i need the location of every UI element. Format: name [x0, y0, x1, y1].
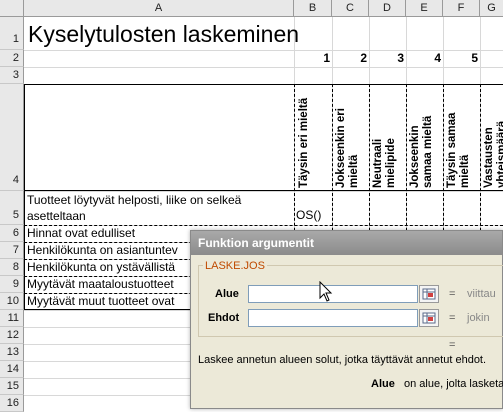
- row-header-7[interactable]: 7: [0, 242, 24, 259]
- function-description: Laskee annetun alueen solut, jotka täytt…: [198, 354, 487, 366]
- sheet-title[interactable]: Kyselytulosten laskeminen: [28, 19, 328, 49]
- row-header-11[interactable]: 11: [0, 310, 24, 327]
- range-select-icon: [422, 288, 436, 300]
- column-header-g[interactable]: G: [480, 0, 503, 17]
- row-header-15[interactable]: 15: [0, 378, 24, 395]
- arg2-equals: =: [449, 312, 456, 324]
- scale-number-5[interactable]: 5: [443, 50, 478, 67]
- question-row-5[interactable]: Tuotteet löytyvät helposti, liike on sel…: [27, 191, 293, 225]
- arg1-hint: viittau: [467, 288, 496, 300]
- arg2-label: Ehdot: [208, 312, 240, 324]
- row-header-1[interactable]: 1: [0, 17, 24, 50]
- param-name: Alue: [371, 378, 395, 390]
- select-all-corner[interactable]: [0, 0, 24, 17]
- arg2-hint: jokin: [467, 312, 490, 324]
- arg2-input[interactable]: [248, 309, 418, 327]
- header-jokseenkin-eri-mielta[interactable]: Jokseenkin eri mieltä: [335, 88, 365, 188]
- row-header-5[interactable]: 5: [0, 191, 24, 225]
- scale-number-2[interactable]: 2: [332, 50, 367, 67]
- function-arguments-dialog: Funktion argumentit LASKE.JOS Alue = vii…: [190, 230, 503, 409]
- active-cell-b5[interactable]: OS(): [296, 206, 332, 224]
- arg1-equals: =: [449, 288, 456, 300]
- row-header-3[interactable]: 3: [0, 67, 24, 84]
- column-header-e[interactable]: E: [406, 0, 443, 17]
- row-header-9[interactable]: 9: [0, 276, 24, 293]
- mouse-cursor-icon: [319, 281, 333, 302]
- column-header-a[interactable]: A: [24, 0, 294, 17]
- header-jokseenkin-samaa-mielta[interactable]: Jokseenkin samaa mieltä: [409, 88, 439, 188]
- column-header-c[interactable]: C: [332, 0, 369, 17]
- dialog-titlebar[interactable]: Funktion argumentit: [191, 231, 502, 255]
- column-header-d[interactable]: D: [369, 0, 406, 17]
- range-select-icon: [422, 312, 436, 324]
- header-taysin-samaa-mielta[interactable]: Täysin samaa mieltä: [446, 88, 476, 188]
- arg2-collapse-button[interactable]: [419, 309, 439, 327]
- row-header-10[interactable]: 10: [0, 293, 24, 310]
- row-header-12[interactable]: 12: [0, 327, 24, 344]
- scale-number-1[interactable]: 1: [294, 50, 330, 67]
- header-taysin-eri-mielta[interactable]: Täysin eri mieltä: [298, 88, 328, 188]
- result-equals: =: [449, 339, 456, 351]
- arg1-label: Alue: [215, 288, 239, 300]
- row-header-2[interactable]: 2: [0, 50, 24, 67]
- dialog-title: Funktion argumentit: [198, 236, 314, 250]
- row-header-14[interactable]: 14: [0, 361, 24, 378]
- function-name: LASKE.JOS: [203, 260, 267, 272]
- arg1-collapse-button[interactable]: [419, 285, 439, 303]
- row-header-16[interactable]: 16: [0, 395, 24, 412]
- row-header-8[interactable]: 8: [0, 259, 24, 276]
- header-vastausten-yhteismaara[interactable]: Vastausten yhteismäärä: [483, 88, 503, 188]
- row-header-13[interactable]: 13: [0, 344, 24, 361]
- column-header-b[interactable]: B: [294, 0, 332, 17]
- scale-number-3[interactable]: 3: [369, 50, 404, 67]
- row-header-6[interactable]: 6: [0, 225, 24, 242]
- scale-number-4[interactable]: 4: [406, 50, 441, 67]
- header-neutraali-mielipide[interactable]: Neutraali mielipide: [372, 88, 402, 188]
- column-header-f[interactable]: F: [443, 0, 480, 17]
- param-description: on alue, jolta lasketa: [404, 378, 503, 390]
- arg1-input[interactable]: [248, 285, 418, 303]
- row-header-4[interactable]: 4: [0, 84, 24, 191]
